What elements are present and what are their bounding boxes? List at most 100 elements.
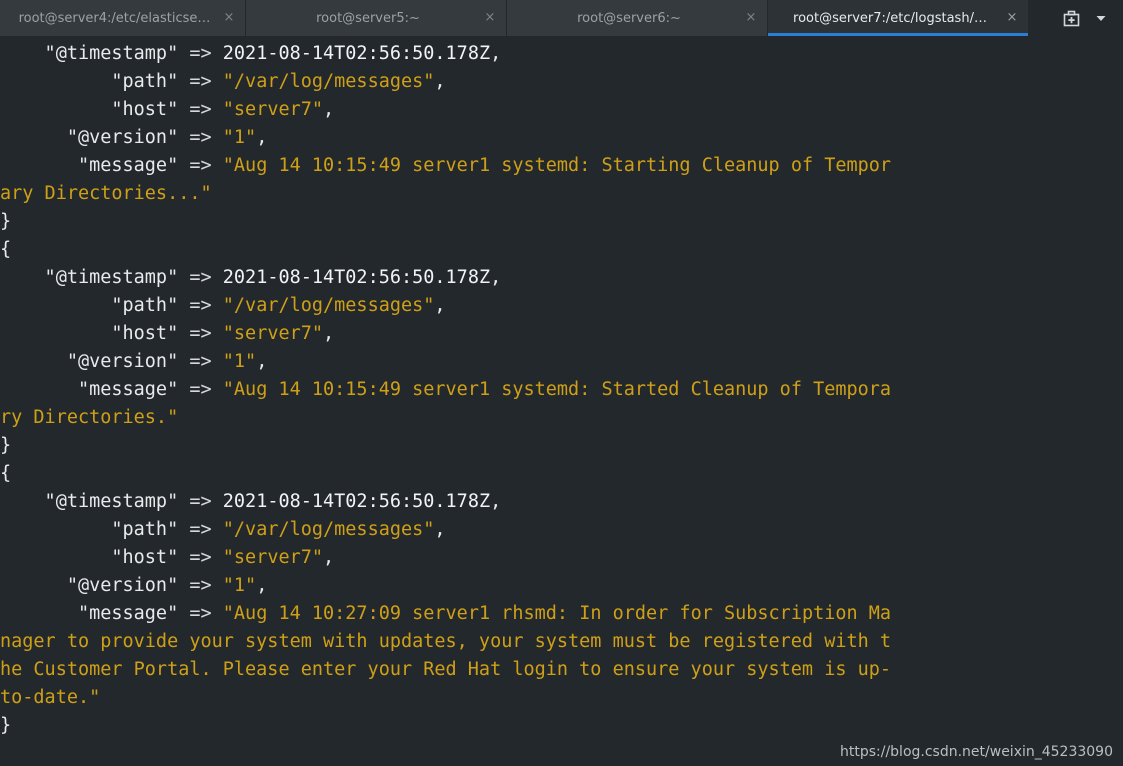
terminal-span-str: "Aug 14 10:15:49 server1 systemd: Starti… — [222, 155, 892, 176]
terminal-span-op: => — [178, 603, 223, 624]
terminal-span-k: "host" — [0, 547, 179, 568]
terminal-span-k: , — [256, 351, 268, 372]
terminal-span-str: "server7" — [222, 99, 324, 120]
terminal-span-op: => — [178, 127, 223, 148]
terminal-line: "host" => "server7", — [0, 96, 1123, 124]
chevron-down-icon[interactable] — [1087, 4, 1115, 32]
terminal-span-op: => — [178, 267, 223, 288]
terminal-line: "path" => "/var/log/messages", — [0, 516, 1123, 544]
new-tab-icon[interactable] — [1057, 4, 1085, 32]
tab-bar-actions — [1053, 0, 1123, 36]
terminal-line: "path" => "/var/log/messages", — [0, 292, 1123, 320]
terminal-span-str: "1" — [222, 351, 257, 372]
terminal-span-k: "message" — [0, 379, 179, 400]
terminal-line: "@timestamp" => 2021-08-14T02:56:50.178Z… — [0, 264, 1123, 292]
terminal-span-k: , — [323, 547, 335, 568]
terminal-line: "message" => "Aug 14 10:15:49 server1 sy… — [0, 152, 1123, 180]
terminal-line: "@version" => "1", — [0, 572, 1123, 600]
terminal-span-k: "host" — [0, 99, 179, 120]
terminal-span-k: , — [434, 295, 446, 316]
terminal-line: "@version" => "1", — [0, 348, 1123, 376]
terminal-span-str: "Aug 14 10:15:49 server1 systemd: Starte… — [222, 379, 892, 400]
tab-title: root@server5:~ — [316, 10, 420, 26]
terminal-line: "host" => "server7", — [0, 320, 1123, 348]
tab-title: root@server4:/etc/elasticse… — [18, 10, 211, 26]
terminal-span-k: "path" — [0, 519, 179, 540]
terminal-span-op: => — [178, 519, 223, 540]
terminal-line: } — [0, 712, 1123, 740]
terminal-span-k: , — [323, 99, 335, 120]
terminal-span-k: , — [490, 267, 502, 288]
terminal-output: "@timestamp" => 2021-08-14T02:56:50.178Z… — [0, 36, 1123, 740]
terminal-span-ts: 2021-08-14T02:56:50.178Z — [222, 267, 491, 288]
terminal-line: "@version" => "1", — [0, 124, 1123, 152]
terminal-span-k: "@version" — [0, 575, 179, 596]
terminal-span-k: , — [434, 71, 446, 92]
terminal-span-brace: } — [0, 211, 12, 232]
terminal-span-str: "/var/log/messages" — [222, 519, 435, 540]
terminal-span-k: , — [490, 43, 502, 64]
terminal-span-op: => — [178, 323, 223, 344]
terminal-span-op: => — [178, 155, 223, 176]
terminal-line: "message" => "Aug 14 10:15:49 server1 sy… — [0, 376, 1123, 404]
terminal-line: ry Directories." — [0, 404, 1123, 432]
terminal-line: "message" => "Aug 14 10:27:09 server1 rh… — [0, 600, 1123, 628]
terminal-span-k: "@version" — [0, 127, 179, 148]
close-icon[interactable]: × — [1002, 8, 1022, 28]
terminal-line: to-date." — [0, 684, 1123, 712]
terminal-line: "host" => "server7", — [0, 544, 1123, 572]
tab-title: root@server7:/etc/logstash/… — [793, 10, 987, 26]
terminal-area[interactable]: "@timestamp" => 2021-08-14T02:56:50.178Z… — [0, 36, 1123, 766]
terminal-line: } — [0, 432, 1123, 460]
terminal-span-k: "@timestamp" — [0, 491, 179, 512]
close-icon[interactable]: × — [480, 8, 500, 28]
terminal-line: { — [0, 460, 1123, 488]
terminal-span-str: "/var/log/messages" — [222, 295, 435, 316]
terminal-line: nager to provide your system with update… — [0, 628, 1123, 656]
tab-2[interactable]: root@server5:~ × — [246, 0, 507, 36]
terminal-span-k: , — [490, 491, 502, 512]
terminal-span-k: "@version" — [0, 351, 179, 372]
terminal-span-k: "@timestamp" — [0, 43, 179, 64]
terminal-span-str: "server7" — [222, 323, 324, 344]
terminal-line: { — [0, 236, 1123, 264]
terminal-span-brace: { — [0, 463, 12, 484]
terminal-span-k: "message" — [0, 155, 179, 176]
terminal-span-brace: } — [0, 715, 12, 736]
terminal-span-str: "/var/log/messages" — [222, 71, 435, 92]
terminal-span-k: "path" — [0, 71, 179, 92]
close-icon[interactable]: × — [219, 8, 239, 28]
terminal-span-op: => — [178, 491, 223, 512]
tab-title: root@server6:~ — [577, 10, 681, 26]
terminal-span-str: ary Directories..." — [0, 183, 212, 204]
terminal-span-str: he Customer Portal. Please enter your Re… — [0, 659, 892, 680]
terminal-span-op: => — [178, 99, 223, 120]
terminal-span-ts: 2021-08-14T02:56:50.178Z — [222, 43, 491, 64]
terminal-span-k: , — [434, 519, 446, 540]
terminal-line: he Customer Portal. Please enter your Re… — [0, 656, 1123, 684]
terminal-span-op: => — [178, 71, 223, 92]
terminal-span-str: "1" — [222, 575, 257, 596]
terminal-span-k: "@timestamp" — [0, 267, 179, 288]
tab-list: root@server4:/etc/elasticse… × root@server… — [0, 0, 1029, 36]
terminal-span-k: "path" — [0, 295, 179, 316]
terminal-span-ts: 2021-08-14T02:56:50.178Z — [222, 491, 491, 512]
tab-3[interactable]: root@server6:~ × — [507, 0, 768, 36]
terminal-span-k: , — [256, 127, 268, 148]
terminal-span-op: => — [178, 295, 223, 316]
terminal-span-k: "host" — [0, 323, 179, 344]
terminal-span-k: , — [256, 575, 268, 596]
terminal-span-str: to-date." — [0, 687, 101, 708]
terminal-span-str: ry Directories." — [0, 407, 179, 428]
tab-1[interactable]: root@server4:/etc/elasticse… × — [0, 0, 246, 36]
watermark-text: https://blog.csdn.net/weixin_45233090 — [839, 744, 1113, 760]
terminal-line: } — [0, 208, 1123, 236]
terminal-span-op: => — [178, 43, 223, 64]
close-icon[interactable]: × — [741, 8, 761, 28]
terminal-span-str: "server7" — [222, 547, 324, 568]
terminal-span-str: nager to provide your system with update… — [0, 631, 892, 652]
tab-4[interactable]: root@server7:/etc/logstash/… × — [768, 0, 1029, 36]
terminal-span-brace: } — [0, 435, 12, 456]
terminal-span-k: "message" — [0, 603, 179, 624]
terminal-span-brace: { — [0, 239, 12, 260]
